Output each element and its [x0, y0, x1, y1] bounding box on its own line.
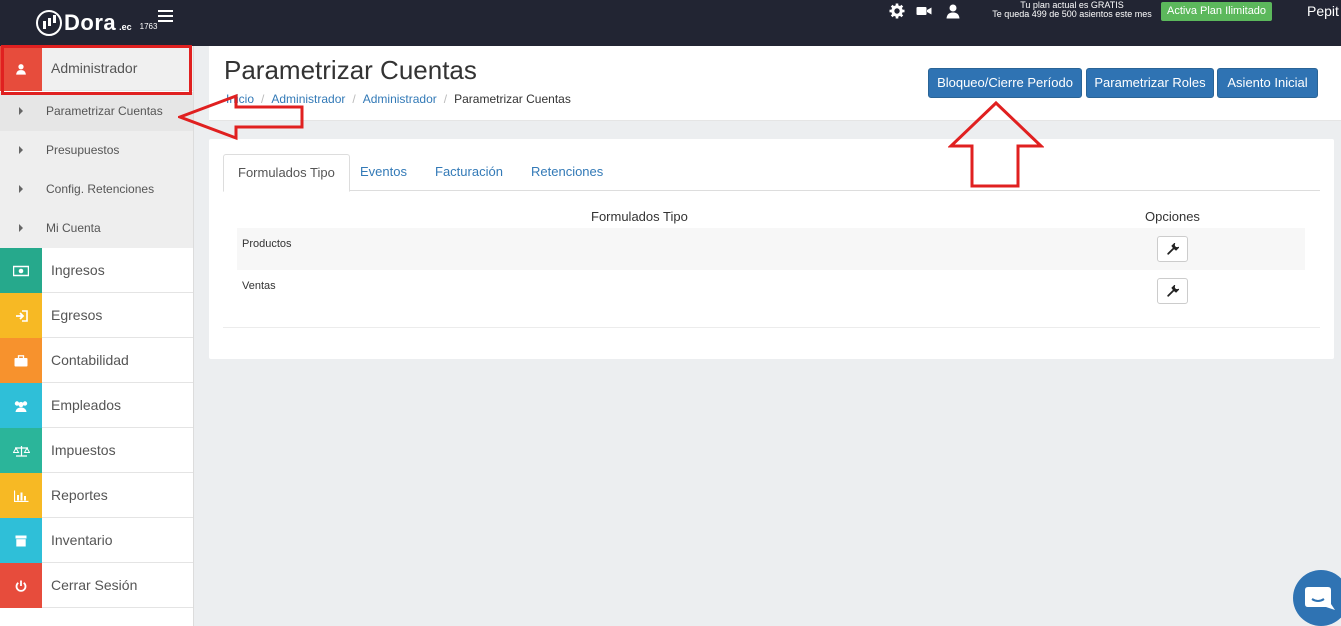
sidebar-item-label: Cerrar Sesión: [51, 577, 138, 593]
tab-eventos[interactable]: Eventos: [346, 154, 421, 191]
sidebar-item-empleados[interactable]: Empleados: [0, 383, 193, 428]
gear-icon[interactable]: [889, 3, 905, 19]
annotation-highlight-box: [1, 45, 192, 95]
annotation-left-arrow: [178, 93, 304, 141]
sidebar-item-inventario[interactable]: Inventario: [0, 518, 193, 563]
activate-plan-button[interactable]: Activa Plan Ilimitado: [1161, 2, 1273, 21]
bar-chart-icon: [0, 473, 42, 518]
annotation-up-arrow: [948, 100, 1044, 188]
user-name[interactable]: Pepit: [1307, 3, 1339, 19]
tab-retenciones[interactable]: Retenciones: [517, 154, 617, 191]
sign-in-icon: [0, 293, 42, 338]
caret-right-icon: [19, 185, 23, 193]
asiento-inicial-button[interactable]: Asiento Inicial: [1217, 68, 1318, 98]
user-icon[interactable]: [945, 3, 961, 19]
briefcase-icon: [0, 338, 42, 383]
tab-facturacion[interactable]: Facturación: [421, 154, 517, 191]
parametrizar-roles-button[interactable]: Parametrizar Roles: [1086, 68, 1214, 98]
tab-bar: Formulados Tipo Eventos Facturación Rete…: [223, 154, 1320, 192]
sidebar: Administrador Parametrizar Cuentas Presu…: [0, 46, 194, 626]
chat-support-icon[interactable]: [1291, 570, 1341, 626]
app-logo[interactable]: Dora .ec 1763: [36, 8, 157, 36]
sidebar-item-label: Egresos: [51, 307, 103, 323]
logo-number: 1763: [139, 22, 158, 31]
balance-scale-icon: [0, 428, 42, 473]
sidebar-subitem-mi-cuenta[interactable]: Mi Cuenta: [0, 209, 193, 248]
wrench-icon: [1166, 243, 1179, 255]
caret-right-icon: [19, 107, 23, 115]
sidebar-item-cerrar-sesion[interactable]: Cerrar Sesión: [0, 563, 193, 608]
sidebar-item-label: Empleados: [51, 397, 122, 413]
page-header: Parametrizar Cuentas Inicio / Administra…: [209, 46, 1341, 121]
breadcrumb-separator: /: [443, 92, 448, 106]
logo-text: Dora: [64, 10, 117, 35]
sidebar-item-label: Impuestos: [51, 442, 116, 458]
sidebar-subitem-label: Presupuestos: [46, 143, 120, 157]
plan-info: Tu plan actual es GRATIS Te queda 499 de…: [992, 1, 1152, 19]
money-icon: [0, 248, 42, 293]
power-icon: [0, 563, 42, 608]
sidebar-item-ingresos[interactable]: Ingresos: [0, 248, 193, 293]
caret-right-icon: [19, 224, 23, 232]
edit-wrench-button[interactable]: [1157, 278, 1188, 304]
sidebar-item-label: Reportes: [51, 487, 108, 503]
logo-chart-icon: [36, 10, 62, 36]
logo-suffix: .ec: [119, 22, 132, 32]
bloqueo-cierre-periodo-button[interactable]: Bloqueo/Cierre Período: [928, 68, 1082, 98]
table-row: Ventas: [237, 270, 1305, 312]
video-camera-icon[interactable]: [916, 3, 932, 19]
sidebar-subitem-label: Parametrizar Cuentas: [46, 104, 163, 118]
sidebar-item-egresos[interactable]: Egresos: [0, 293, 193, 338]
column-header-formulados-tipo: Formulados Tipo: [591, 209, 688, 224]
sidebar-subitem-config-retenciones[interactable]: Config. Retenciones: [0, 170, 193, 209]
breadcrumb-separator: /: [352, 92, 356, 106]
wrench-icon: [1166, 285, 1179, 297]
sidebar-item-label: Contabilidad: [51, 352, 129, 368]
tab-formulados-tipo[interactable]: Formulados Tipo: [223, 154, 350, 192]
breadcrumb-current: Parametrizar Cuentas: [454, 92, 571, 106]
hamburger-menu-icon[interactable]: [158, 10, 173, 22]
content-panel: Formulados Tipo Eventos Facturación Rete…: [209, 139, 1334, 359]
sidebar-item-contabilidad[interactable]: Contabilidad: [0, 338, 193, 383]
sidebar-subitem-label: Mi Cuenta: [46, 221, 101, 235]
sidebar-subitem-parametrizar-cuentas[interactable]: Parametrizar Cuentas: [0, 92, 193, 131]
sidebar-item-impuestos[interactable]: Impuestos: [0, 428, 193, 473]
edit-wrench-button[interactable]: [1157, 236, 1188, 262]
column-header-opciones: Opciones: [1145, 209, 1200, 224]
box-icon: [0, 518, 42, 563]
sidebar-item-reportes[interactable]: Reportes: [0, 473, 193, 518]
top-navbar: Dora .ec 1763 Tu plan actual es GRATIS T…: [0, 0, 1341, 46]
row-name: Productos: [242, 238, 292, 250]
table-divider: [223, 327, 1320, 328]
caret-right-icon: [19, 146, 23, 154]
row-name: Ventas: [242, 280, 276, 292]
users-icon: [0, 383, 42, 428]
sidebar-item-label: Inventario: [51, 532, 113, 548]
page-title: Parametrizar Cuentas: [224, 55, 477, 85]
plan-quota-text: Te queda 499 de 500 asientos este mes: [992, 9, 1152, 19]
sidebar-subitem-presupuestos[interactable]: Presupuestos: [0, 131, 193, 170]
sidebar-item-label: Ingresos: [51, 262, 105, 278]
table-row: Productos: [237, 228, 1305, 270]
sidebar-subitem-label: Config. Retenciones: [46, 182, 155, 196]
breadcrumb-administrador-2[interactable]: Administrador: [363, 92, 437, 106]
